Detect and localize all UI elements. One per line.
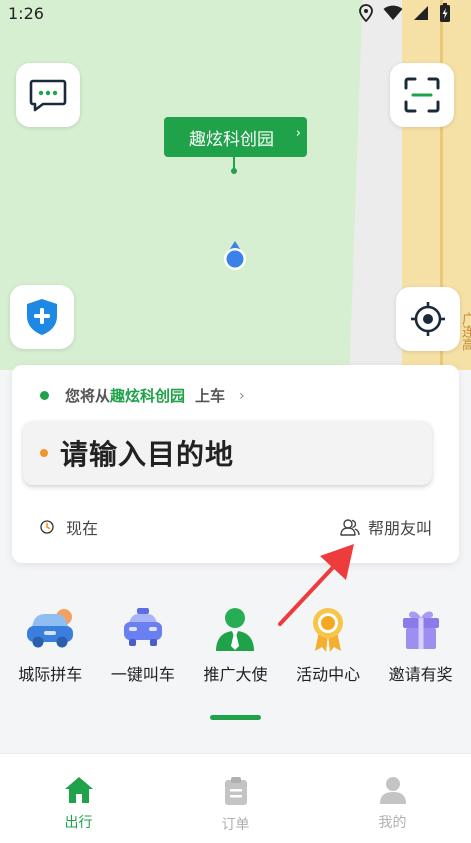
map-view[interactable]: 广连高 趣炫科创园 › [0, 0, 471, 370]
trip-card: 您将从 趣炫科创园 上车 › 请输入目的地 现在 帮朋友叫 [12, 365, 459, 563]
service-label: 一键叫车 [110, 665, 175, 684]
service-grid: 城际拼车 一键叫车 推广大使 活动中心 邀请有奖 [0, 603, 471, 693]
nav-tab-label: 订单 [221, 817, 250, 833]
message-icon [29, 79, 67, 112]
location-status-icon [359, 4, 373, 22]
signal-icon [414, 6, 428, 20]
home-icon [64, 777, 93, 803]
pickup-prefix: 您将从 [65, 387, 111, 405]
nav-tab-orders[interactable]: 订单 [157, 754, 314, 843]
service-one-tap-taxi[interactable]: 一键叫车 [99, 603, 187, 693]
pickup-place: 趣炫科创园 [110, 387, 186, 405]
status-icons [359, 3, 451, 23]
poi-marker-label[interactable]: 趣炫科创园 › [164, 117, 307, 157]
service-ambassador[interactable]: 推广大使 [191, 603, 279, 693]
nav-tab-trips[interactable]: 出行 [0, 754, 157, 843]
ambassador-icon [216, 608, 255, 651]
gift-icon [402, 611, 439, 649]
pickup-dot-icon [40, 391, 49, 400]
friends-icon [340, 519, 360, 536]
service-invite-reward[interactable]: 邀请有奖 [377, 603, 465, 693]
scan-button[interactable] [390, 63, 454, 127]
bottom-nav: 出行 订单 我的 [0, 753, 471, 843]
scan-icon [404, 77, 440, 113]
locate-target-icon [411, 302, 445, 336]
nav-tab-profile[interactable]: 我的 [314, 754, 471, 843]
destination-input[interactable]: 请输入目的地 [23, 421, 432, 485]
service-intercity-carpool[interactable]: 城际拼车 [6, 603, 94, 693]
status-bar: 1:26 [0, 0, 471, 26]
message-button[interactable] [16, 63, 80, 127]
safety-button[interactable] [10, 285, 74, 349]
battery-icon [440, 3, 450, 22]
chevron-right-icon: › [239, 387, 245, 404]
poi-marker-dot [231, 168, 237, 174]
call-for-friend-label: 帮朋友叫 [367, 519, 432, 538]
service-label: 城际拼车 [18, 665, 83, 684]
locate-me-button[interactable] [396, 287, 460, 351]
medal-icon [313, 608, 344, 652]
service-label: 邀请有奖 [388, 665, 453, 684]
pickup-suffix: 上车 [195, 387, 226, 405]
taxi-icon [123, 608, 162, 646]
service-activity-center[interactable]: 活动中心 [284, 603, 372, 693]
nav-tab-label: 出行 [64, 815, 93, 831]
destination-dot-icon [40, 449, 48, 457]
clock-icon [40, 520, 54, 534]
intercity-carpool-icon [27, 609, 74, 648]
wifi-icon [383, 5, 403, 20]
clipboard-icon [224, 777, 247, 805]
current-location-icon [224, 241, 246, 270]
departure-time-button[interactable]: 现在 [40, 515, 98, 539]
pickup-location-row[interactable]: 您将从 趣炫科创园 上车 › [40, 385, 245, 406]
status-time: 1:26 [8, 3, 44, 23]
service-label: 活动中心 [296, 665, 361, 684]
call-for-friend-button[interactable]: 帮朋友叫 [340, 515, 432, 539]
user-icon [379, 777, 406, 804]
departure-time-label: 现在 [66, 519, 99, 538]
destination-placeholder: 请输入目的地 [60, 438, 235, 471]
map-road-label: 广连高 [459, 312, 471, 351]
chevron-right-icon: › [295, 126, 301, 141]
poi-name: 趣炫科创园 [189, 129, 274, 150]
nav-tab-label: 我的 [378, 815, 407, 831]
page-indicator [210, 715, 261, 720]
service-label: 推广大使 [203, 665, 268, 684]
shield-plus-icon [27, 299, 57, 335]
